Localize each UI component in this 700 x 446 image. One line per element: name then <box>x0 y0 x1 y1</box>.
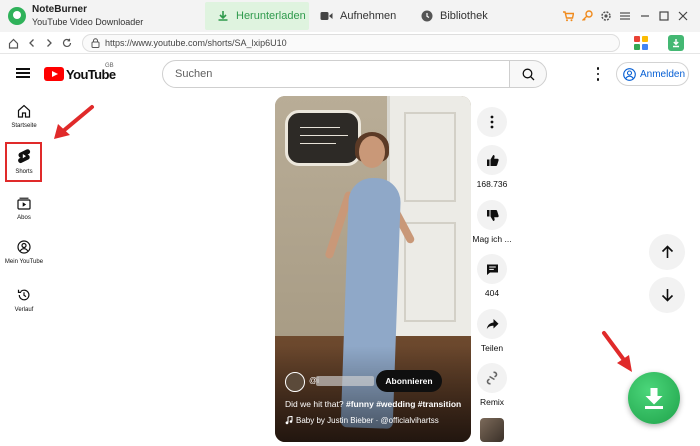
video-title-text: Did we hit that? <box>285 399 344 409</box>
video-music-label: Baby by Justin Bieber · @officialviharts… <box>296 416 439 425</box>
minimize-icon[interactable] <box>637 8 653 24</box>
close-icon[interactable] <box>675 8 691 24</box>
video-frame-person-head <box>359 136 385 168</box>
account-icon <box>17 240 31 254</box>
channel-handle-blur <box>316 376 374 386</box>
library-icon <box>421 10 433 22</box>
music-note-icon <box>285 416 293 425</box>
red-arrow-shorts-icon <box>54 105 94 139</box>
signin-label: Anmelden <box>640 68 686 80</box>
app-subtitle: YouTube Video Downloader <box>32 17 144 27</box>
download-button[interactable] <box>628 372 680 424</box>
arrow-up-icon <box>661 245 673 258</box>
guide-label-you: Mein YouTube <box>4 259 44 265</box>
search-input[interactable]: Suchen <box>162 60 510 88</box>
app-titlebar: NoteBurner YouTube Video Downloader Heru… <box>0 0 700 32</box>
share-icon <box>486 319 498 330</box>
forward-icon[interactable] <box>41 35 57 51</box>
settings-icon[interactable] <box>598 8 614 24</box>
video-bottom-gradient <box>275 346 471 442</box>
browser-navbar: https://www.youtube.com/shorts/SA_lxip6U… <box>0 32 700 54</box>
url-field[interactable]: https://www.youtube.com/shorts/SA_lxip6U… <box>82 34 620 52</box>
guide-item-history[interactable]: Verlauf <box>2 284 46 326</box>
noteburner-logo-icon <box>8 7 26 25</box>
previous-short-button[interactable] <box>649 234 685 270</box>
tab-record[interactable]: Aufnehmen <box>320 2 396 30</box>
dislike-button[interactable] <box>477 200 507 230</box>
subscribe-button[interactable]: Abonnieren <box>376 370 442 392</box>
history-icon <box>17 289 30 301</box>
extension-download-icon[interactable] <box>668 35 684 51</box>
like-count: 168.736 <box>476 179 508 189</box>
menu-icon[interactable] <box>617 8 633 24</box>
maximize-icon[interactable] <box>656 8 672 24</box>
tab-download[interactable]: Herunterladen <box>205 2 309 30</box>
subscriptions-icon <box>17 197 31 210</box>
like-button[interactable] <box>477 145 507 175</box>
comment-count: 404 <box>484 288 500 298</box>
more-vert-icon <box>490 115 494 129</box>
guide-label-home: Startseite <box>11 123 37 129</box>
audio-source-thumbnail[interactable] <box>480 418 504 442</box>
comments-button[interactable] <box>477 254 507 284</box>
download-icon <box>218 11 228 21</box>
arrow-down-icon <box>661 289 673 302</box>
remix-label: Remix <box>479 397 505 407</box>
video-music[interactable]: Baby by Justin Bieber · @officialviharts… <box>285 416 439 425</box>
download-arrow-icon <box>645 388 663 409</box>
tab-record-label: Aufnehmen <box>340 10 397 22</box>
guide-item-home[interactable]: Startseite <box>2 100 46 142</box>
video-title: Did we hit that? #funny #wedding #transi… <box>285 399 461 409</box>
record-icon <box>320 12 333 20</box>
app-name: NoteBurner <box>32 4 88 15</box>
guide-label-history: Verlauf <box>14 307 34 313</box>
reload-icon[interactable] <box>59 35 75 51</box>
signin-button[interactable]: Anmelden <box>616 62 689 86</box>
guide-item-you[interactable]: Mein YouTube <box>2 236 46 278</box>
apps-grid-icon[interactable] <box>634 36 648 50</box>
more-actions-button[interactable] <box>477 107 507 137</box>
home-nav-icon[interactable] <box>5 35 21 51</box>
lock-icon <box>91 38 100 48</box>
tab-library-label: Bibliothek <box>440 10 488 22</box>
video-frame-sign <box>285 110 361 166</box>
share-label: Teilen <box>480 343 504 353</box>
region-code: GB <box>105 63 114 69</box>
guide-label-subscriptions: Abos <box>17 215 31 221</box>
back-icon[interactable] <box>24 35 40 51</box>
share-button[interactable] <box>477 309 507 339</box>
url-text: https://www.youtube.com/shorts/SA_lxip6U… <box>105 38 287 48</box>
home-icon <box>17 104 31 118</box>
thumbs-down-icon <box>486 209 499 221</box>
remix-button[interactable] <box>477 363 507 393</box>
shorts-highlight-box <box>5 142 42 182</box>
remix-icon <box>486 371 498 385</box>
cart-icon[interactable] <box>560 8 576 24</box>
key-icon[interactable] <box>579 8 595 24</box>
account-circle-icon <box>623 67 636 81</box>
thumbs-up-icon <box>486 154 499 166</box>
youtube-play-icon <box>44 67 64 81</box>
tab-library[interactable]: Bibliothek <box>421 2 488 30</box>
tab-download-label: Herunterladen <box>236 10 306 22</box>
search-button[interactable] <box>509 60 547 88</box>
video-hashtags[interactable]: #funny #wedding #transition <box>346 399 461 409</box>
settings-kebab-icon[interactable] <box>592 66 604 82</box>
red-arrow-download-icon <box>602 331 632 372</box>
guide-menu-icon[interactable] <box>14 66 32 80</box>
next-short-button[interactable] <box>649 277 685 313</box>
comment-icon <box>486 264 498 275</box>
guide-item-subscriptions[interactable]: Abos <box>2 192 46 234</box>
channel-avatar[interactable] <box>285 372 305 392</box>
shorts-video-player[interactable]: @i Abonnieren Did we hit that? #funny #w… <box>275 96 471 442</box>
search-icon <box>522 68 534 80</box>
dislike-label: Mag ich ... <box>472 234 512 244</box>
